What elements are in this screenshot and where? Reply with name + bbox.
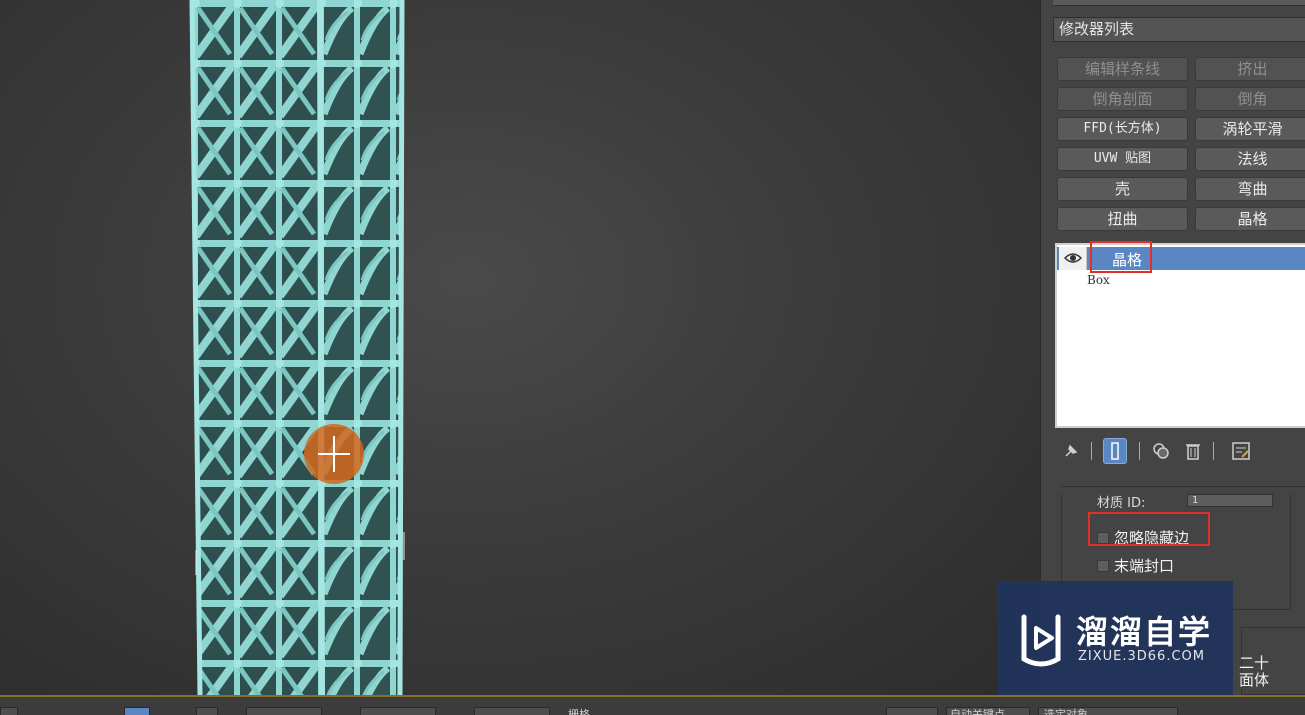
panel-header-strip (1053, 0, 1305, 6)
selection-lock-icon[interactable] (124, 707, 150, 715)
modifier-button-lattice[interactable]: 晶格 (1195, 207, 1305, 231)
y-coordinate-field[interactable] (360, 707, 436, 715)
status-bar: 栅格 自动关键点 选定对象 (0, 695, 1305, 715)
absolute-mode-icon[interactable] (196, 707, 218, 715)
selection-set-label: 选定对象 (1044, 708, 1088, 715)
modifier-button-ffd-box[interactable]: FFD(长方体) (1057, 117, 1188, 141)
show-end-result-icon[interactable] (1103, 438, 1127, 464)
end-caps-label: 末端封口 (1114, 557, 1175, 575)
modifier-button-bevel[interactable]: 倒角 (1195, 87, 1305, 111)
highlight-box-lattice (1090, 241, 1152, 273)
modifier-button-bevel-profile[interactable]: 倒角剖面 (1057, 87, 1188, 111)
z-coordinate-field[interactable] (474, 707, 550, 715)
watermark-logo: 溜溜自学 ZIXUE.3D66.COM (998, 581, 1233, 695)
status-field[interactable] (0, 707, 18, 715)
modifier-button-bend[interactable]: 弯曲 (1195, 177, 1305, 201)
end-caps-checkbox[interactable]: 末端封口 (1097, 555, 1174, 576)
checkbox-box[interactable] (1097, 559, 1109, 572)
lattice-tower-render (189, 0, 405, 695)
modifier-button-twist[interactable]: 扭曲 (1057, 207, 1188, 231)
material-id-spinner[interactable]: 1 (1187, 494, 1273, 507)
trash-icon[interactable] (1181, 438, 1205, 464)
modifier-button-normal[interactable]: 法线 (1195, 147, 1305, 171)
auto-key-label: 自动关键点 (950, 708, 1005, 715)
configure-modifier-sets-icon[interactable] (1229, 438, 1253, 464)
modifier-button-uvw-map[interactable]: UVW 贴图 (1057, 147, 1188, 171)
viewport-perspective[interactable] (0, 0, 1040, 695)
modifier-button-extrude[interactable]: 挤出 (1195, 57, 1305, 81)
stack-item-box[interactable]: Box (1087, 273, 1110, 287)
play-logo-icon (1021, 614, 1061, 667)
modifier-button-shell[interactable]: 壳 (1057, 177, 1188, 201)
stack-toolbar (1055, 436, 1305, 466)
material-id-label: 材质 ID: (1097, 496, 1146, 511)
modifier-button-turbosmooth[interactable]: 涡轮平滑 (1195, 117, 1305, 141)
modifier-list-dropdown[interactable]: 修改器列表 (1053, 17, 1305, 42)
frame-field[interactable] (886, 707, 938, 715)
pin-stack-icon[interactable] (1059, 438, 1083, 464)
watermark-subtitle: ZIXUE.3D66.COM (1078, 649, 1205, 664)
make-unique-icon[interactable] (1149, 438, 1173, 464)
watermark-title: 溜溜自学 (1076, 613, 1213, 651)
x-coordinate-field[interactable] (246, 707, 322, 715)
icosahedron-label: 二十 面体 (1239, 654, 1270, 689)
grid-label: 栅格 (568, 708, 590, 715)
modifier-button-edit-spline[interactable]: 编辑样条线 (1057, 57, 1188, 81)
highlight-box-ignore-hidden-edges (1088, 512, 1210, 546)
eye-icon[interactable] (1059, 247, 1087, 270)
